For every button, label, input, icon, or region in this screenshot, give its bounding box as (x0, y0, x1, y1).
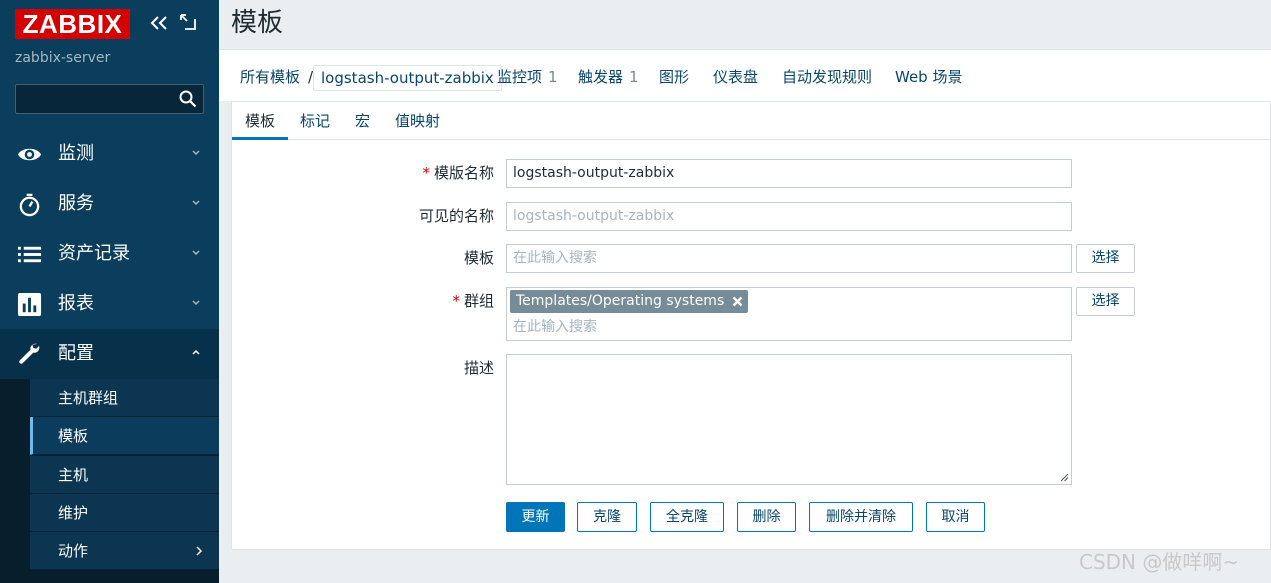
menu-label: 配置 (58, 343, 94, 364)
stopwatch-icon (19, 193, 40, 217)
page-title: 模板 (231, 8, 284, 38)
server-name: zabbix-server (15, 50, 111, 66)
nav-discovery-rules-link[interactable]: 自动发现规则 (782, 66, 872, 88)
list-icon (17, 246, 42, 263)
chevron-down-icon (192, 200, 200, 206)
label-text: 模版名称 (433, 164, 494, 182)
sidebar-search (15, 84, 204, 114)
clone-button[interactable]: 克隆 (577, 502, 637, 532)
configuration-submenu: 主机群组 模板 主机 维护 动作 (0, 379, 219, 583)
nav-items-link[interactable]: 监控项 1 (497, 66, 558, 88)
required-marker: * (422, 164, 430, 182)
breadcrumb-all-templates[interactable]: 所有模板 (240, 66, 300, 88)
chevron-right-icon (196, 546, 203, 556)
nav-link-label: 触发器 (578, 68, 624, 86)
menu-inventory[interactable]: 资产记录 (0, 229, 219, 279)
menu-configuration[interactable]: 配置 (0, 329, 219, 379)
tab-value-mapping[interactable]: 值映射 (395, 111, 440, 131)
breadcrumb: 所有模板 / logstash-output-zabbix 监控项 1 触发器 1 … (219, 49, 1271, 101)
menu-label: 监测 (58, 143, 94, 164)
menu-label: 资产记录 (58, 243, 130, 264)
template-form-panel: 模板 标记 宏 值映射 * 模版名称 logstash-output-zabbix… (231, 101, 1271, 550)
templates-select-button[interactable]: 选择 (1076, 244, 1135, 273)
nav-web-scenarios-link[interactable]: Web 场景 (895, 66, 962, 88)
nav-link-count: 1 (629, 68, 639, 86)
submenu-label: 维护 (58, 504, 89, 522)
breadcrumb-current-template[interactable]: logstash-output-zabbix (313, 65, 502, 91)
description-label: 描述 (463, 359, 494, 377)
visible-name-label: 可见的名称 (418, 207, 494, 225)
chevron-down-icon (192, 300, 200, 306)
menu-monitoring[interactable]: 监测 (0, 129, 219, 179)
sidebar: ZABBIX zabbix-server 监测 服务 资产记录 报表 配置 主机… (0, 0, 219, 583)
cancel-button[interactable]: 取消 (926, 502, 985, 532)
collapse-sidebar-icon[interactable] (149, 12, 171, 34)
watermark: CSDN @做咩啊~ (1079, 550, 1240, 574)
form-tabs: 模板 标记 宏 值映射 (232, 102, 1270, 140)
groups-search-input[interactable]: 在此输入搜索 (513, 317, 597, 337)
close-icon[interactable] (732, 296, 743, 307)
full-clone-button[interactable]: 全克隆 (650, 502, 724, 532)
nav-link-label: 监控项 (497, 68, 543, 86)
delete-and-clear-button[interactable]: 删除并清除 (809, 502, 913, 532)
search-icon[interactable] (179, 90, 197, 108)
nav-dashboards-link[interactable]: 仪表盘 (713, 66, 758, 88)
sidebar-search-input[interactable] (16, 85, 166, 113)
resize-handle-icon[interactable] (1060, 473, 1069, 482)
menu-label: 报表 (58, 293, 94, 314)
submenu-actions[interactable]: 动作 (30, 532, 219, 570)
wrench-icon (19, 343, 40, 364)
submenu-maintenance[interactable]: 维护 (30, 494, 219, 532)
groups-label: * 群组 (294, 291, 494, 311)
submenu-label: 模板 (58, 427, 89, 445)
nav-triggers-link[interactable]: 触发器 1 (578, 66, 639, 88)
submenu-hosts[interactable]: 主机 (30, 456, 219, 494)
visible-name-input[interactable]: logstash-output-zabbix (506, 202, 1072, 231)
templates-search-input[interactable]: 在此输入搜索 (506, 244, 1072, 273)
submenu-label: 主机群组 (58, 389, 119, 407)
bar-chart-icon (17, 292, 42, 317)
submenu-host-groups[interactable]: 主机群组 (30, 379, 219, 417)
update-button[interactable]: 更新 (506, 502, 565, 532)
tab-template[interactable]: 模板 (232, 102, 288, 140)
nav-graphs-link[interactable]: 图形 (659, 66, 689, 88)
template-name-input[interactable]: logstash-output-zabbix (506, 159, 1072, 188)
chevron-down-icon (192, 250, 200, 256)
submenu-label: 动作 (58, 542, 89, 560)
submenu-templates[interactable]: 模板 (30, 417, 219, 455)
group-tag: Templates/Operating systems (510, 290, 749, 313)
label-text: 群组 (463, 292, 494, 310)
tab-macros[interactable]: 宏 (355, 111, 370, 131)
template-name-label: * 模版名称 (294, 163, 494, 183)
delete-button[interactable]: 删除 (737, 502, 796, 532)
required-marker: * (452, 292, 460, 310)
kiosk-mode-icon[interactable] (179, 13, 197, 31)
menu-reports[interactable]: 报表 (0, 279, 219, 329)
description-textarea[interactable] (506, 354, 1072, 485)
chevron-up-icon (192, 349, 200, 355)
eye-icon (17, 148, 42, 161)
group-tag-label: Templates/Operating systems (516, 293, 725, 309)
templates-label: 模板 (463, 249, 494, 267)
chevron-down-icon (192, 150, 200, 156)
tab-tags[interactable]: 标记 (300, 111, 330, 131)
zabbix-logo[interactable]: ZABBIX (15, 9, 130, 39)
submenu-label: 主机 (58, 466, 89, 484)
groups-select-button[interactable]: 选择 (1076, 287, 1135, 316)
menu-label: 服务 (58, 193, 94, 214)
nav-link-count: 1 (548, 68, 558, 86)
groups-multiselect[interactable]: Templates/Operating systems 在此输入搜索 (506, 287, 1072, 341)
menu-services[interactable]: 服务 (0, 179, 219, 229)
